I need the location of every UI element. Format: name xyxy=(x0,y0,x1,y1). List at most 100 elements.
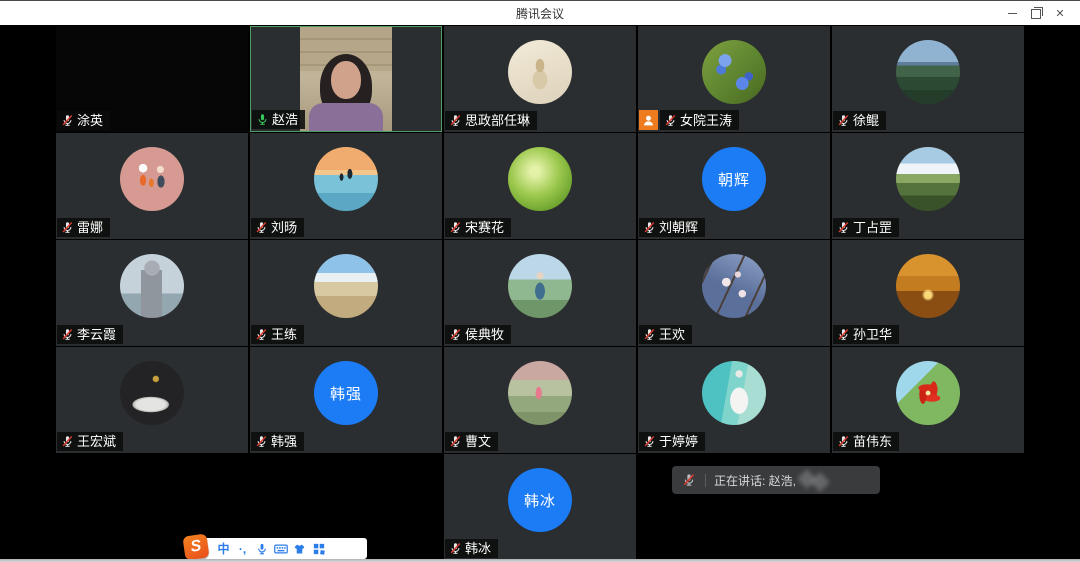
minimize-button[interactable] xyxy=(1000,1,1024,25)
participant-name: 王练 xyxy=(271,327,297,342)
avatar xyxy=(896,40,960,104)
avatar xyxy=(896,147,960,211)
name-label: 苗伟东 xyxy=(833,432,899,451)
participant-label-row: 侯典牧 xyxy=(445,325,511,344)
name-label: 女院王涛 xyxy=(660,110,739,130)
chinese-mode-icon[interactable]: 中 xyxy=(214,538,233,559)
avatar xyxy=(508,254,572,318)
name-label: 曹文 xyxy=(445,432,498,451)
name-label: 孙卫华 xyxy=(833,325,899,344)
participant-tile[interactable]: 韩强 韩强 xyxy=(250,347,442,453)
participant-label-row: 丁占罡 xyxy=(833,218,899,237)
participant-tile[interactable]: 赵浩 xyxy=(250,26,442,132)
avatar: 韩冰 xyxy=(508,468,572,532)
muted-mic-icon xyxy=(449,542,462,555)
name-label: 王宏斌 xyxy=(57,432,123,451)
avatar xyxy=(120,254,184,318)
muted-mic-icon xyxy=(255,328,268,341)
participant-tile[interactable]: 孙卫华 xyxy=(832,240,1024,346)
participant-tile[interactable]: 侯典牧 xyxy=(444,240,636,346)
titlebar: 腾讯会议 ✕ xyxy=(0,0,1080,25)
participant-tile[interactable]: 刘旸 xyxy=(250,133,442,239)
window-controls: ✕ xyxy=(1000,1,1072,25)
participant-tile[interactable]: 李云霞 xyxy=(56,240,248,346)
muted-mic-icon xyxy=(643,328,656,341)
close-button[interactable]: ✕ xyxy=(1048,1,1072,25)
name-label: 王练 xyxy=(251,325,304,344)
restore-button[interactable] xyxy=(1024,1,1048,25)
participant-label-row: 王欢 xyxy=(639,325,692,344)
muted-mic-icon xyxy=(255,435,268,448)
speaking-toast-text: 正在讲话: 赵浩, xyxy=(714,472,796,489)
restore-icon xyxy=(1031,9,1041,19)
avatar xyxy=(314,254,378,318)
participant-label-row: 赵浩 xyxy=(252,110,305,129)
participant-label-row: 女院王涛 xyxy=(639,110,739,130)
participant-label-row: 刘旸 xyxy=(251,218,304,237)
participant-tile[interactable]: 宋赛花 xyxy=(444,133,636,239)
punctuation-icon[interactable]: ·, xyxy=(233,538,252,559)
participant-label-row: 于婷婷 xyxy=(639,432,705,451)
avatar xyxy=(702,40,766,104)
muted-mic-icon xyxy=(61,435,74,448)
name-label: 雷娜 xyxy=(57,218,110,237)
participant-label-row: 苗伟东 xyxy=(833,432,899,451)
participant-tile[interactable]: 于婷婷 xyxy=(638,347,830,453)
toast-divider xyxy=(705,474,706,487)
participant-label-row: 徐鲲 xyxy=(833,111,886,130)
toolbox-icon[interactable] xyxy=(309,538,328,559)
muted-mic-icon xyxy=(643,435,656,448)
participant-name: 苗伟东 xyxy=(853,434,892,449)
voice-input-icon[interactable] xyxy=(252,538,271,559)
name-label: 李云霞 xyxy=(57,325,123,344)
avatar xyxy=(120,147,184,211)
participant-name: 徐鲲 xyxy=(853,113,879,128)
participant-tile[interactable]: 韩冰 韩冰 xyxy=(444,454,636,560)
participant-label-row: 宋赛花 xyxy=(445,218,511,237)
participant-tile[interactable]: 丁占罡 xyxy=(832,133,1024,239)
participant-tile[interactable]: 女院王涛 xyxy=(638,26,830,132)
participant-name: 宋赛花 xyxy=(465,220,504,235)
participant-label-row: 涂英 xyxy=(57,111,110,130)
participant-label-row: 刘朝辉 xyxy=(639,218,705,237)
avatar xyxy=(702,254,766,318)
participant-name: 王宏斌 xyxy=(77,434,116,449)
participant-name: 于婷婷 xyxy=(659,434,698,449)
soft-keyboard-icon[interactable] xyxy=(271,538,290,559)
participant-label-row: 思政部任琳 xyxy=(445,111,537,130)
participant-name: 韩强 xyxy=(271,434,297,449)
participant-tile[interactable]: 王欢 xyxy=(638,240,830,346)
avatar xyxy=(508,147,572,211)
participant-label-row: 李云霞 xyxy=(57,325,123,344)
skin-icon[interactable] xyxy=(290,538,309,559)
participant-label-row: 王宏斌 xyxy=(57,432,123,451)
avatar xyxy=(120,361,184,425)
host-badge-icon xyxy=(639,110,658,130)
name-label: 涂英 xyxy=(57,111,110,130)
muted-mic-icon xyxy=(449,221,462,234)
participant-tile[interactable]: 徐鲲 xyxy=(832,26,1024,132)
participant-tile[interactable]: 王宏斌 xyxy=(56,347,248,453)
participant-name: 女院王涛 xyxy=(680,113,732,128)
avatar xyxy=(508,361,572,425)
muted-mic-icon xyxy=(837,221,850,234)
participant-tile[interactable]: 曹文 xyxy=(444,347,636,453)
avatar xyxy=(314,147,378,211)
muted-mic-icon xyxy=(664,114,677,127)
participant-tile[interactable]: 思政部任琳 xyxy=(444,26,636,132)
participant-name: 侯典牧 xyxy=(465,327,504,342)
participant-tile[interactable]: 朝辉 刘朝辉 xyxy=(638,133,830,239)
participant-name: 孙卫华 xyxy=(853,327,892,342)
participant-tile[interactable]: 苗伟东 xyxy=(832,347,1024,453)
muted-mic-icon xyxy=(449,114,462,127)
close-icon: ✕ xyxy=(1055,7,1064,20)
sogou-logo-icon[interactable]: S xyxy=(182,533,209,560)
muted-mic-icon xyxy=(61,114,74,127)
participant-label-row: 雷娜 xyxy=(57,218,110,237)
avatar xyxy=(896,254,960,318)
participant-tile[interactable]: 王练 xyxy=(250,240,442,346)
participant-tile[interactable]: 雷娜 xyxy=(56,133,248,239)
name-label: 王欢 xyxy=(639,325,692,344)
participant-label-row: 韩强 xyxy=(251,432,304,451)
participant-tile[interactable]: 涂英 xyxy=(56,26,248,132)
